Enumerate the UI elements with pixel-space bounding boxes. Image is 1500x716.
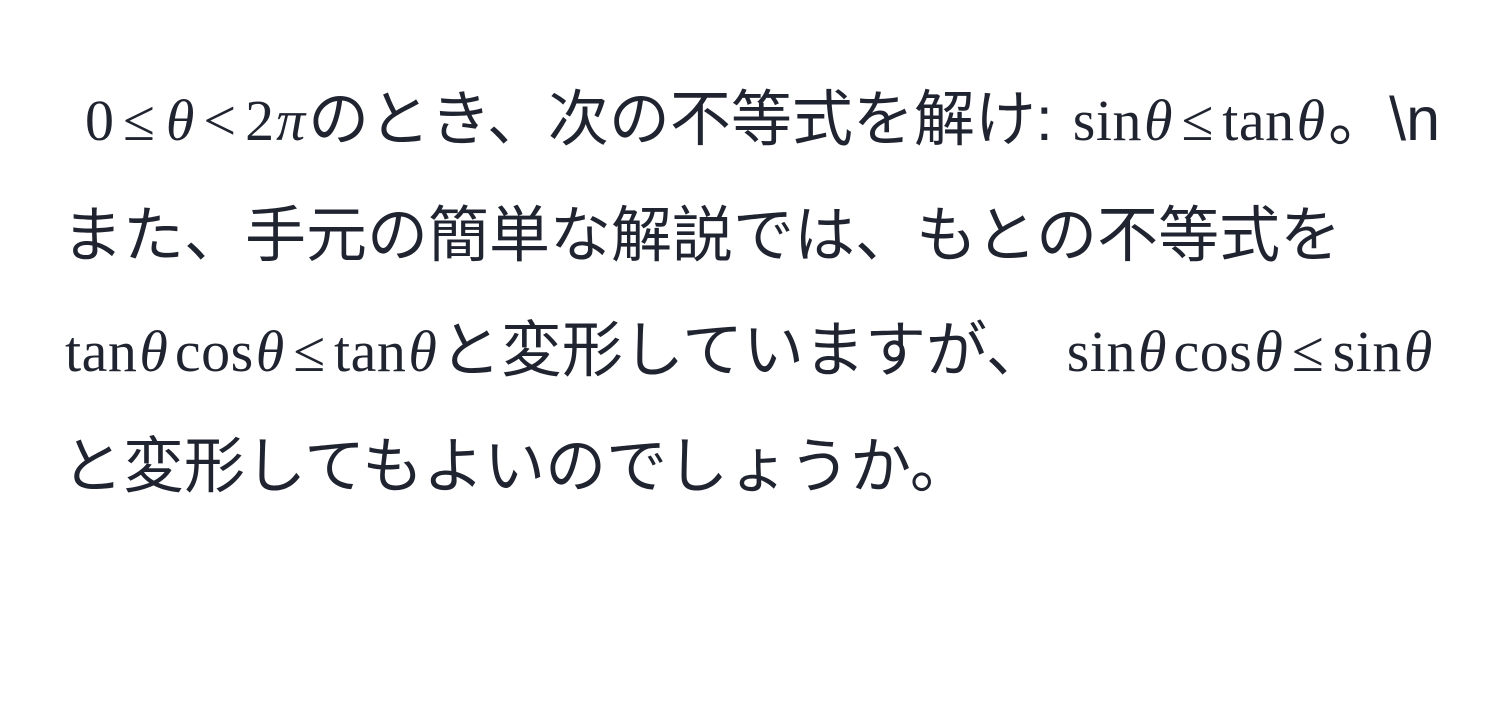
math-less-equal-4: ≤ <box>1291 319 1324 384</box>
math-range-condition: 0 ≤ θ <2π <box>82 88 308 153</box>
math-inequality-main: sinθ ≤ tanθ <box>1070 88 1328 153</box>
question-canvas: 0 ≤ θ <2πのとき、次の不等式を解け: sinθ ≤ tanθ。\nまた、手元の簡単… <box>0 0 1500 716</box>
math-theta-tan-3: θ <box>408 319 437 384</box>
math-sin-3: sin <box>1332 319 1402 384</box>
punctuation-1: 。 <box>1328 85 1390 153</box>
math-cos-1: cos <box>174 319 254 384</box>
math-theta-cos-2: θ <box>1254 319 1283 384</box>
prose-segment-3: と変形していますが、 <box>439 316 1047 384</box>
math-tan-2: tan <box>65 319 138 384</box>
prose-segment-4: と変形してもよいのでしょうか。 <box>62 432 971 500</box>
math-theta-range: θ <box>165 88 195 153</box>
literal-newline-escape: \n <box>1389 85 1441 153</box>
math-sin-2: sin <box>1066 319 1136 384</box>
math-theta-sin-2: θ <box>1137 319 1167 384</box>
math-sin-1: sin <box>1072 88 1142 153</box>
math-pi: π <box>276 88 306 153</box>
prose-segment-1: のとき、次の不等式を解け: <box>308 85 1053 153</box>
math-theta-sin-1: θ <box>1143 88 1173 153</box>
prose-segment-2: また、手元の簡単な解説では、もとの不等式を <box>62 201 1342 269</box>
math-less-equal-2: ≤ <box>1181 88 1214 153</box>
math-less-equal-1: ≤ <box>123 88 155 153</box>
math-tan-1: tan <box>1222 88 1295 153</box>
math-tan-3: tan <box>334 319 407 384</box>
math-theta-tan-1: θ <box>1296 88 1326 153</box>
math-theta-cos-1: θ <box>255 319 285 384</box>
math-zero: 0 <box>85 88 114 153</box>
math-transform-alt: sinθ cosθ ≤ sinθ <box>1064 319 1436 384</box>
question-text-block: 0 ≤ θ <2πのとき、次の不等式を解け: sinθ ≤ tanθ。\nまた、手元の簡単… <box>62 62 1444 524</box>
math-cos-2: cos <box>1173 319 1253 384</box>
math-less-equal-3: ≤ <box>293 319 326 384</box>
math-theta-tan-2: θ <box>139 319 168 384</box>
math-less-than: < <box>203 88 237 153</box>
math-transform-given: tanθ cosθ ≤ tanθ <box>62 319 440 384</box>
math-theta-sin-3: θ <box>1403 319 1433 384</box>
math-two: 2 <box>245 88 275 153</box>
